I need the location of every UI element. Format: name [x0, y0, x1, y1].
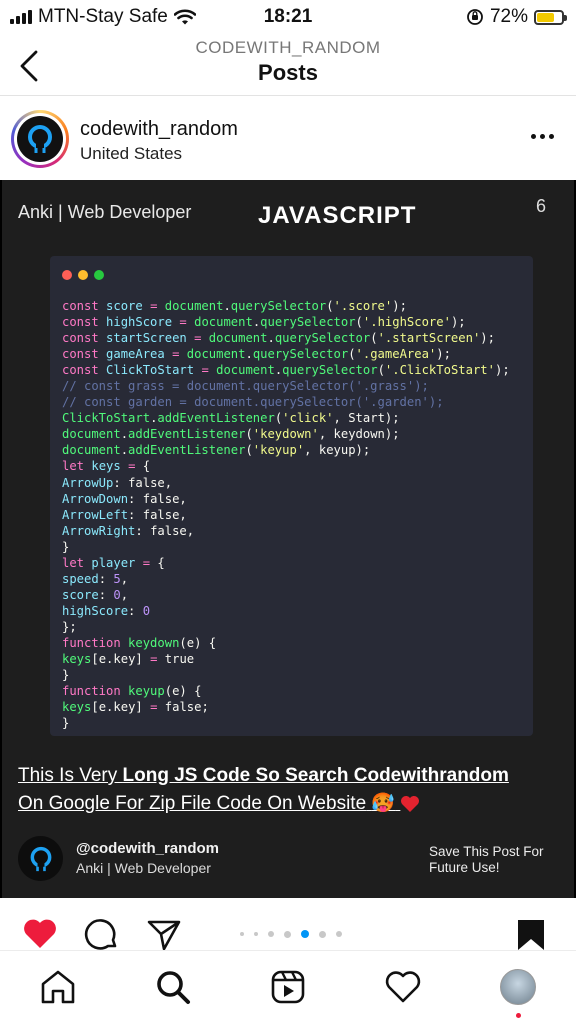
tab-home[interactable]: [38, 967, 78, 1007]
search-icon: [157, 971, 190, 1004]
code-line: ArrowDown: false,: [62, 491, 187, 506]
image-page-number: 6: [535, 196, 546, 216]
code-line: };: [62, 619, 77, 634]
like-heart-icon[interactable]: [22, 918, 58, 950]
battery-fill: [537, 12, 555, 22]
caption-text-1: This Is Very: [18, 765, 123, 786]
footer-subtitle: Anki | Web Developer: [76, 860, 211, 876]
red-heart-icon: [401, 795, 420, 812]
image-heading: JAVASCRIPT: [258, 202, 417, 229]
nav-subtitle: CODEWITH_RANDOM: [195, 38, 381, 57]
brand-logo-icon: [28, 125, 52, 153]
code-block: const score = document.querySelector('.s…: [62, 298, 510, 731]
code-line: speed: 5,: [62, 571, 129, 586]
caption-text-2: Long JS Code So Search Codewithrandom: [122, 765, 509, 786]
code-line: ArrowLeft: false,: [62, 507, 187, 522]
home-icon: [41, 970, 75, 1004]
carousel-dot-active: [301, 930, 309, 938]
brand-logo-icon: [30, 846, 51, 871]
battery-percentage: 72%: [489, 6, 528, 27]
code-line: const gameArea = document.querySelector(…: [62, 347, 451, 362]
comment-icon[interactable]: [84, 918, 120, 952]
code-line: const startScreen = document.querySelect…: [62, 331, 495, 346]
post-location[interactable]: United States: [80, 144, 182, 164]
footer-avatar: [18, 836, 63, 881]
code-line: }: [62, 668, 70, 683]
code-line: let keys = {: [62, 459, 151, 474]
page-title: Posts: [258, 60, 318, 85]
code-line: }: [62, 539, 70, 554]
carousel-dot: [240, 932, 244, 936]
tab-activity[interactable]: [383, 967, 423, 1007]
code-line: keys[e.key] = true: [62, 652, 195, 667]
image-author-tag: Anki | Web Developer: [18, 202, 192, 222]
tab-profile[interactable]: [498, 967, 538, 1007]
code-line: document.addEventListener('keyup', keyup…: [62, 443, 371, 458]
code-line: const ClickToStart = document.querySelec…: [62, 363, 510, 378]
reels-icon: [271, 970, 305, 1004]
window-dot-green: [94, 270, 104, 280]
hot-face-emoji: 🥵: [371, 793, 396, 814]
battery-icon: [534, 9, 567, 25]
post-actions: [0, 912, 576, 952]
profile-avatar: [500, 969, 536, 1005]
code-window: const score = document.querySelector('.s…: [50, 256, 533, 736]
post-header: codewith_random United States: [0, 100, 576, 180]
footer-save-note: Save This Post For Future Use!: [429, 844, 544, 876]
code-line: ClickToStart.addEventListener('click', S…: [62, 411, 400, 426]
bottom-tab-bar: [0, 950, 576, 1024]
code-line: score: 0,: [62, 587, 129, 602]
carousel-indicator: [240, 930, 342, 938]
carousel-dot: [268, 931, 274, 937]
code-line: ArrowRight: false,: [62, 523, 195, 538]
nav-header: CODEWITH_RANDOM Posts: [0, 34, 576, 96]
tab-search[interactable]: [153, 967, 193, 1007]
more-options-icon[interactable]: [531, 134, 554, 139]
code-line: const highScore = document.querySelector…: [62, 315, 466, 330]
share-send-icon[interactable]: [146, 918, 182, 952]
window-dot-red: [62, 270, 72, 280]
code-line: }: [62, 716, 70, 731]
code-line: document.addEventListener('keydown', key…: [62, 427, 400, 442]
footer-save-line-1: Save This Post For: [429, 844, 544, 859]
code-line: // const grass = document.querySelector(…: [62, 379, 429, 394]
code-line: // const garden = document.querySelector…: [62, 395, 444, 410]
author-username[interactable]: codewith_random: [80, 118, 238, 141]
code-line: let player = {: [62, 555, 165, 570]
carousel-dot: [284, 930, 291, 938]
bookmark-icon[interactable]: [516, 918, 546, 952]
author-avatar[interactable]: [11, 110, 69, 168]
code-line: keys[e.key] = false;: [62, 700, 209, 715]
code-line: const score = document.querySelector('.s…: [62, 299, 407, 313]
carousel-dot: [336, 931, 342, 937]
activity-heart-icon: [385, 971, 421, 1003]
footer-save-line-2: Future Use!: [429, 860, 500, 875]
window-dot-yellow: [78, 270, 88, 280]
image-caption: This Is Very Long JS Code So Search Code…: [18, 762, 558, 818]
code-line: ArrowUp: false,: [62, 475, 173, 490]
code-line: function keydown(e) {: [62, 635, 217, 650]
code-line: function keyup(e) {: [62, 684, 202, 699]
window-dots: [62, 270, 104, 280]
post-image[interactable]: Anki | Web Developer JAVASCRIPT 6 const …: [0, 180, 576, 898]
orientation-lock-icon: [467, 9, 483, 25]
caption-text-3: On Google For Zip File Code On Website: [18, 793, 367, 814]
footer-handle: @codewith_random: [76, 840, 219, 857]
carousel-dot: [319, 930, 326, 938]
status-right: 72%: [466, 6, 567, 28]
notification-dot: [516, 1013, 521, 1018]
code-line: highScore: 0: [62, 603, 151, 618]
status-bar: MTN-Stay Safe 18:21 72%: [0, 0, 576, 34]
tab-reels[interactable]: [268, 967, 308, 1007]
carousel-dot: [254, 932, 258, 936]
